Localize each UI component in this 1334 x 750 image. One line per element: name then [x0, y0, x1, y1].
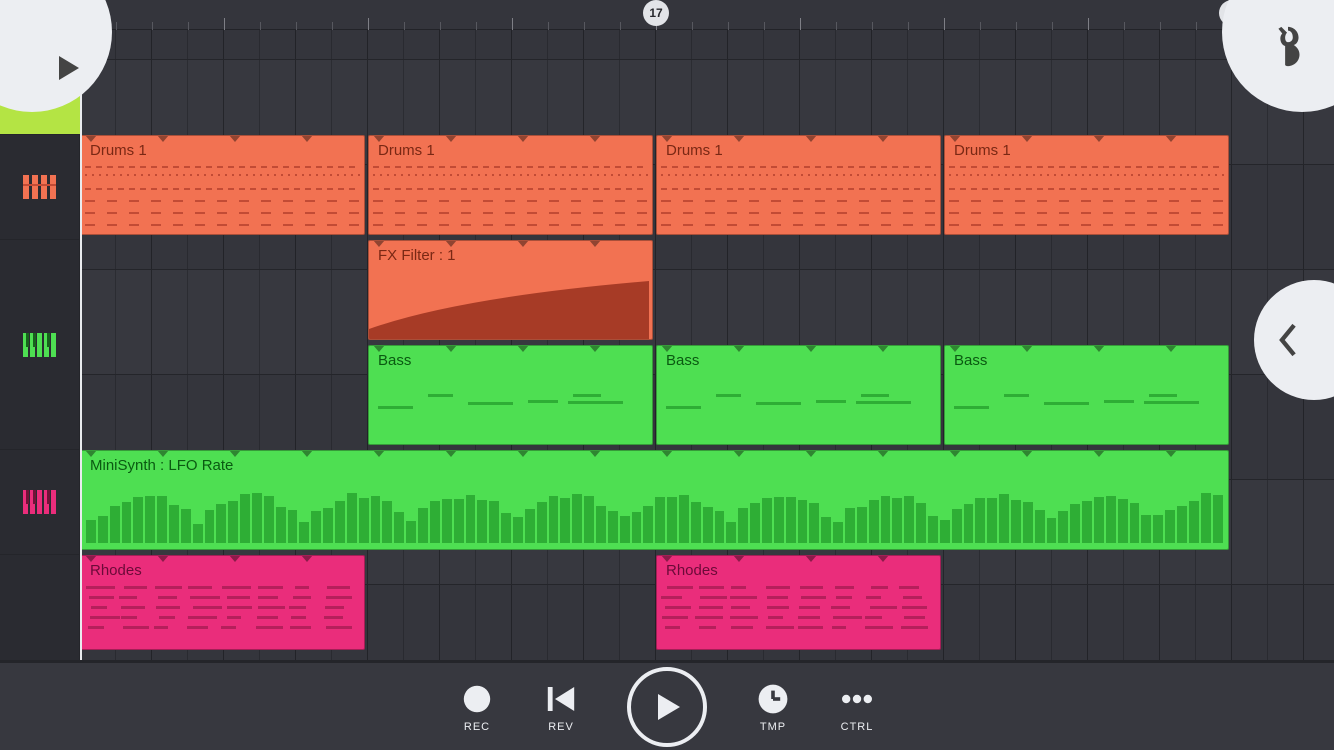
chevron-left-icon [1275, 319, 1301, 361]
record-icon [459, 681, 495, 717]
clip-label: Bass [954, 352, 987, 369]
clip-bass[interactable]: Bass [944, 345, 1229, 445]
record-label: REC [464, 721, 490, 733]
clip-drums[interactable]: Drums 1 [656, 135, 941, 235]
record-button[interactable]: REC [459, 681, 495, 733]
clip-drums[interactable]: Drums 1 [80, 135, 365, 235]
clip-fxfilter[interactable]: FX Filter : 1 [368, 240, 653, 340]
play-button[interactable] [627, 667, 707, 747]
clip-label: Bass [378, 352, 411, 369]
track-lane[interactable] [80, 0, 1334, 60]
sidebar-piano-pink-button[interactable] [0, 450, 80, 555]
tempo-label: TMP [760, 721, 786, 733]
clip-label: FX Filter : 1 [378, 247, 456, 264]
ctrl-label: CTRL [841, 721, 874, 733]
clip-label: Bass [666, 352, 699, 369]
clip-label: Drums 1 [666, 142, 723, 159]
clock-icon [755, 681, 791, 717]
ctrl-button[interactable]: CTRL [839, 681, 875, 733]
clip-label: Rhodes [90, 562, 142, 579]
clip-bass[interactable]: Bass [656, 345, 941, 445]
clip-label: Drums 1 [90, 142, 147, 159]
rewind-icon [543, 681, 579, 717]
clip-drums[interactable]: Drums 1 [944, 135, 1229, 235]
clip-label: Drums 1 [378, 142, 435, 159]
clip-lfo[interactable]: MiniSynth : LFO Rate [80, 450, 1229, 550]
playhead[interactable] [80, 30, 82, 660]
more-icon [839, 681, 875, 717]
fl-logo-icon [1265, 23, 1311, 69]
tempo-button[interactable]: TMP [755, 681, 791, 733]
play-icon [53, 53, 83, 83]
sidebar-piano-green-button[interactable] [0, 240, 80, 450]
clip-rhodes[interactable]: Rhodes [656, 555, 941, 650]
transport-bar: REC REV TMP CTRL [0, 660, 1334, 750]
clip-label: Rhodes [666, 562, 718, 579]
rewind-button[interactable]: REV [543, 681, 579, 733]
play-icon [650, 690, 684, 724]
rewind-label: REV [548, 721, 574, 733]
clip-label: Drums 1 [954, 142, 1011, 159]
clip-label: MiniSynth : LFO Rate [90, 457, 233, 474]
clip-bass[interactable]: Bass [368, 345, 653, 445]
sidebar-stepseq-button[interactable] [0, 135, 80, 240]
track-type-sidebar [0, 30, 80, 660]
clip-rhodes[interactable]: Rhodes [80, 555, 365, 650]
clip-drums[interactable]: Drums 1 [368, 135, 653, 235]
